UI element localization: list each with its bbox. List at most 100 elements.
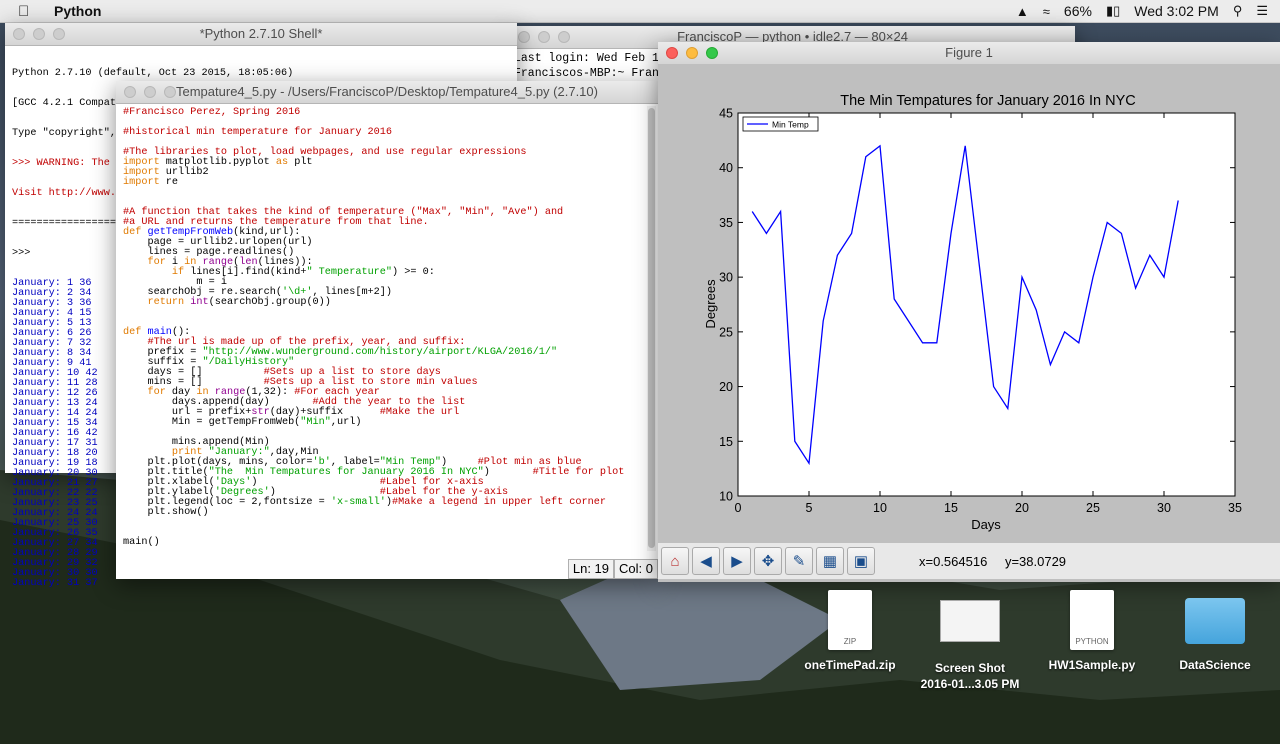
x-tick-label: 0 [735,501,742,515]
desktop-icon-label: oneTimePad.zip [804,658,896,672]
editor-titlebar[interactable]: Tempature4_5.py - /Users/FranciscoP/Desk… [116,81,658,104]
desktop-icon-label: HW1Sample.py [1048,658,1136,672]
desktop-icon-hw1sample-py[interactable]: PYTHON HW1Sample.py [1040,590,1144,672]
window-controls [124,86,176,98]
figure-canvas[interactable]: The Min Tempatures for January 2016 In N… [658,64,1280,582]
battery-icon[interactable]: ▮▯ [1106,3,1120,19]
editor-status-bar: Ln: 19 Col: 0 [567,559,658,579]
code-line: import re [123,177,179,188]
window-controls [666,47,718,59]
code-line: #historical min temperature for January … [123,127,392,138]
cursor-y-readout: y=38.0729 [1004,553,1067,569]
close-button[interactable] [124,86,136,98]
zip-file-icon: ZIP [828,590,872,650]
save-floppy-icon[interactable]: ▣ [847,547,875,575]
y-tick-label: 40 [719,161,733,175]
scrollbar-thumb[interactable] [648,108,655,548]
spotlight-search-icon[interactable]: ⚲ [1233,3,1243,19]
line-chart[interactable]: The Min Tempatures for January 2016 In N… [658,64,1280,544]
legend-label: Min Temp [772,120,809,130]
cursor-x-readout: x=0.564516 [919,553,988,569]
google-drive-icon[interactable]: ▲ [1016,4,1029,19]
back-arrow-icon[interactable]: ◀ [692,547,720,575]
y-tick-label: 35 [719,216,733,230]
y-tick-label: 10 [719,490,733,504]
shell-titlebar[interactable]: *Python 2.7.10 Shell* [5,23,517,46]
x-tick-label: 10 [873,501,887,515]
apple-menu-icon[interactable]:  [18,3,34,20]
code-line: return int(searchObj.group(0)) [147,297,331,308]
code-line: #Francisco Perez, Spring 2016 [123,107,301,118]
minimize-button[interactable] [144,86,156,98]
python-file-icon: PYTHON [1070,590,1114,650]
pan-move-icon[interactable]: ✥ [754,547,782,575]
status-line-number: Ln: 19 [567,559,615,579]
zoom-button[interactable] [558,31,570,43]
menubar-clock[interactable]: Wed 3:02 PM [1134,3,1219,19]
edit-axes-icon[interactable]: ✎ [785,547,813,575]
x-tick-label: 35 [1228,501,1242,515]
minimize-button[interactable] [686,47,698,59]
idle-editor-window[interactable]: Tempature4_5.py - /Users/FranciscoP/Desk… [116,81,658,579]
y-tick-label: 25 [719,325,733,339]
y-tick-label: 45 [719,107,733,121]
code-editor-text[interactable]: #Francisco Perez, Spring 2016 #historica… [116,104,658,567]
code-line: import urllib2 [123,167,209,178]
shell-title: *Python 2.7.10 Shell* [199,26,323,41]
chart-title: The Min Tempatures for January 2016 In N… [840,93,1136,109]
wifi-icon[interactable]: ≈ [1043,4,1050,19]
close-button[interactable] [13,28,25,40]
menu-bar:  Python ▲ ≈ 66% ▮▯ Wed 3:02 PM ⚲ ☰ [0,0,1280,23]
y-tick-label: 30 [719,271,733,285]
y-tick-label: 15 [719,435,733,449]
x-tick-label: 20 [1015,501,1029,515]
shell-output-line: January: 31 37 [12,578,98,589]
matplotlib-figure-window[interactable]: Figure 1 The Min Tempatures for January … [658,42,1280,582]
code-line: Min = getTempFromWeb("Min",url) [123,417,362,428]
y-axis-label: Degrees [703,279,718,329]
close-button[interactable] [518,31,530,43]
window-controls [518,31,570,43]
figure-title: Figure 1 [945,45,993,60]
forward-arrow-icon[interactable]: ▶ [723,547,751,575]
battery-percent: 66% [1063,3,1092,19]
notification-center-icon[interactable]: ☰ [1256,3,1268,19]
y-tick-label: 20 [719,380,733,394]
screenshot-thumbnail-icon [940,600,1000,642]
file-type-tag: ZIP [843,637,857,646]
file-type-tag: PYTHON [1075,637,1109,646]
code-line: main() [123,537,160,548]
minimize-button[interactable] [538,31,550,43]
plot-axes[interactable] [737,112,1236,497]
desktop-icon-datascience-folder[interactable]: DataScience [1165,598,1265,672]
x-tick-label: 5 [806,501,813,515]
x-tick-label: 25 [1086,501,1100,515]
home-icon[interactable]: ⌂ [661,547,689,575]
x-tick-label: 30 [1157,501,1171,515]
vertical-scrollbar[interactable] [647,106,656,551]
cursor-coordinates: x=0.564516 y=38.0729 [919,554,1080,569]
zoom-button[interactable] [706,47,718,59]
app-menu-python[interactable]: Python [54,3,101,19]
figure-titlebar[interactable]: Figure 1 [658,42,1280,65]
close-button[interactable] [666,47,678,59]
window-controls [13,28,65,40]
figure-toolbar: ⌂ ◀ ▶ ✥ ✎ ▦ ▣ x=0.564516 y=38.0729 [658,543,1280,579]
desktop-icon-onetimepad-zip[interactable]: ZIP oneTimePad.zip [795,590,905,672]
code-line: plt.show() [123,507,209,518]
editor-title: Tempature4_5.py - /Users/FranciscoP/Desk… [176,84,598,99]
minimize-button[interactable] [33,28,45,40]
shell-line: Python 2.7.10 (default, Oct 23 2015, 18:… [12,68,294,79]
configure-subplots-icon[interactable]: ▦ [816,547,844,575]
folder-icon [1185,598,1245,644]
desktop-icon-screenshot[interactable]: Screen Shot 2016-01...3.05 PM [910,600,1030,692]
x-axis-label: Days [971,517,1001,532]
chart-legend: Min Temp [742,116,819,132]
zoom-button[interactable] [53,28,65,40]
zoom-button[interactable] [164,86,176,98]
